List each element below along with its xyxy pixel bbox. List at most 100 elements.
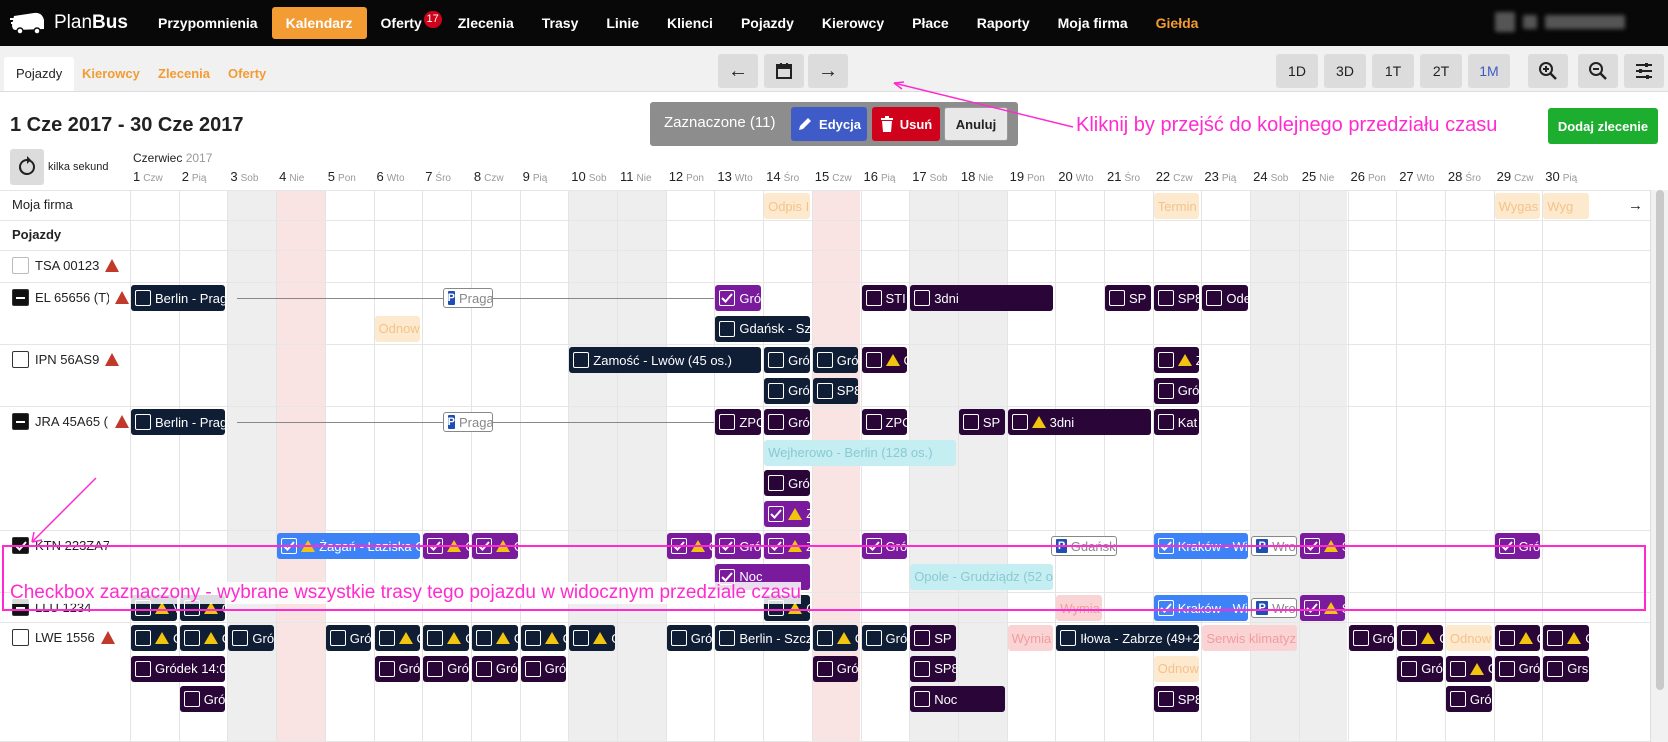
event-checkbox[interactable] [914, 660, 931, 677]
event-checkbox[interactable] [232, 630, 249, 646]
calendar-event[interactable]: Gró [1494, 655, 1541, 682]
calendar-event[interactable]: SP8 [1153, 285, 1200, 311]
calendar-event[interactable]: Odpis I [764, 193, 810, 219]
calendar-event[interactable]: Z [764, 500, 810, 527]
calendar-event[interactable]: Gró [764, 409, 810, 435]
event-checkbox[interactable] [1060, 630, 1077, 646]
logo[interactable]: PlanBus [10, 9, 130, 37]
calendar-event[interactable]: Grs [1543, 655, 1589, 682]
event-checkbox[interactable] [573, 630, 590, 646]
calendar-event[interactable]: G [471, 533, 518, 559]
event-checkbox[interactable] [719, 290, 736, 306]
calendar-event[interactable]: Wyg [1543, 193, 1589, 219]
calendar-event[interactable]: G [812, 625, 859, 651]
event-checkbox[interactable] [329, 630, 346, 646]
calendar-event[interactable]: Zamość - Lwów (45 os.) [569, 347, 762, 373]
event-checkbox[interactable] [670, 630, 687, 646]
event-checkbox[interactable] [427, 630, 444, 646]
event-checkbox[interactable] [1303, 600, 1320, 616]
event-checkbox[interactable] [816, 352, 833, 368]
calendar-event[interactable]: Żagań - Łaziska Gó [277, 533, 421, 559]
event-checkbox[interactable] [427, 538, 444, 554]
event-checkbox[interactable] [768, 505, 785, 522]
event-checkbox[interactable] [768, 382, 785, 399]
event-checkbox[interactable] [1352, 630, 1369, 646]
calendar-event[interactable]: Gró [374, 655, 421, 682]
vehicle-checkbox[interactable] [12, 257, 29, 274]
nav-item-12[interactable]: Giełda [1142, 7, 1213, 39]
calendar-event[interactable]: Serwis klimatyz [1202, 625, 1297, 651]
calendar-event[interactable]: G [861, 347, 908, 373]
calendar-event[interactable]: Odnow [1445, 625, 1492, 651]
event-checkbox[interactable] [135, 630, 151, 646]
calendar-event[interactable]: Gdańsk - Szc [715, 315, 810, 342]
calendar-event[interactable]: Wymia [1007, 625, 1054, 651]
calendar-event[interactable]: G [471, 625, 518, 651]
calendar-event[interactable]: 3dni [910, 285, 1054, 311]
event-checkbox[interactable] [768, 538, 785, 554]
event-checkbox[interactable] [281, 538, 298, 554]
event-checkbox[interactable] [1157, 290, 1174, 306]
event-checkbox[interactable] [865, 414, 882, 430]
calendar-event[interactable]: P Wro [1251, 536, 1297, 556]
calendar-event[interactable]: S [1299, 595, 1346, 621]
event-checkbox[interactable] [1303, 538, 1320, 554]
event-checkbox[interactable] [670, 538, 687, 554]
event-checkbox[interactable] [816, 660, 833, 677]
event-checkbox[interactable] [719, 414, 736, 430]
nav-item-0[interactable]: Przypomnienia [144, 7, 272, 39]
calendar-event[interactable]: Wejherowo - Berlin (128 os.) [764, 439, 956, 466]
calendar-event[interactable]: P Praga [442, 288, 494, 308]
prev-range-button[interactable]: ← [718, 54, 758, 88]
calendar-event[interactable]: G [666, 533, 713, 559]
calendar-event[interactable]: Gró [1445, 686, 1492, 712]
event-checkbox[interactable] [914, 630, 931, 646]
user-menu[interactable] [1495, 12, 1625, 32]
nav-item-6[interactable]: Klienci [653, 7, 727, 39]
view-button-1M[interactable]: 1M [1468, 54, 1510, 88]
event-checkbox[interactable] [719, 320, 736, 337]
nav-item-5[interactable]: Linie [592, 7, 653, 39]
calendar-event[interactable]: Gró [520, 655, 567, 682]
event-checkbox[interactable] [865, 538, 882, 554]
calendar-picker-button[interactable] [764, 54, 804, 88]
calendar-event[interactable]: Berlin - Prag [131, 285, 226, 311]
event-checkbox[interactable] [768, 414, 785, 430]
calendar-event[interactable]: Gró [764, 347, 810, 373]
calendar-event[interactable]: Gró [715, 285, 762, 311]
calendar-event[interactable]: 3dni [1007, 409, 1151, 435]
calendar-event[interactable]: ZPC [715, 409, 762, 435]
event-checkbox[interactable] [475, 538, 492, 554]
calendar-event[interactable]: Z [764, 533, 810, 559]
calendar-event[interactable]: SP8 [812, 377, 859, 404]
vehicle-checkbox[interactable] [12, 629, 29, 646]
calendar-event[interactable]: G [520, 625, 567, 651]
calendar-event[interactable]: Kraków - Wi [1153, 595, 1249, 621]
calendar-event[interactable]: STI [861, 285, 908, 311]
calendar-event[interactable]: Gró [666, 625, 713, 651]
event-checkbox[interactable] [768, 475, 785, 491]
event-checkbox[interactable] [719, 538, 736, 554]
calendar-event[interactable]: Wymia [1056, 595, 1102, 621]
edit-button[interactable]: Edycja [791, 107, 867, 141]
event-checkbox[interactable] [378, 660, 395, 677]
calendar-event[interactable]: Gró [1494, 533, 1541, 559]
calendar-event[interactable]: Berlin - Prag [131, 409, 226, 435]
calendar-event[interactable]: Ode [1202, 285, 1249, 311]
event-checkbox[interactable] [1011, 414, 1028, 430]
vehicle-checkbox[interactable] [12, 351, 29, 368]
calendar-event[interactable]: SP8 [910, 655, 956, 682]
calendar-event[interactable]: Gró [812, 655, 859, 682]
vehicle-checkbox[interactable] [12, 289, 29, 306]
view-button-1D[interactable]: 1D [1276, 54, 1318, 88]
calendar-event[interactable]: Gró [179, 686, 226, 712]
calendar-event[interactable]: G [1494, 625, 1541, 651]
event-checkbox[interactable] [816, 382, 833, 399]
filter-settings-button[interactable] [1624, 54, 1664, 88]
calendar-event[interactable]: SP [1105, 285, 1151, 311]
view-button-1T[interactable]: 1T [1372, 54, 1414, 88]
add-order-button[interactable]: Dodaj zlecenie [1548, 108, 1658, 144]
calendar-event[interactable]: Gró [1153, 377, 1200, 404]
event-checkbox[interactable] [1157, 691, 1174, 707]
event-checkbox[interactable] [475, 630, 492, 646]
